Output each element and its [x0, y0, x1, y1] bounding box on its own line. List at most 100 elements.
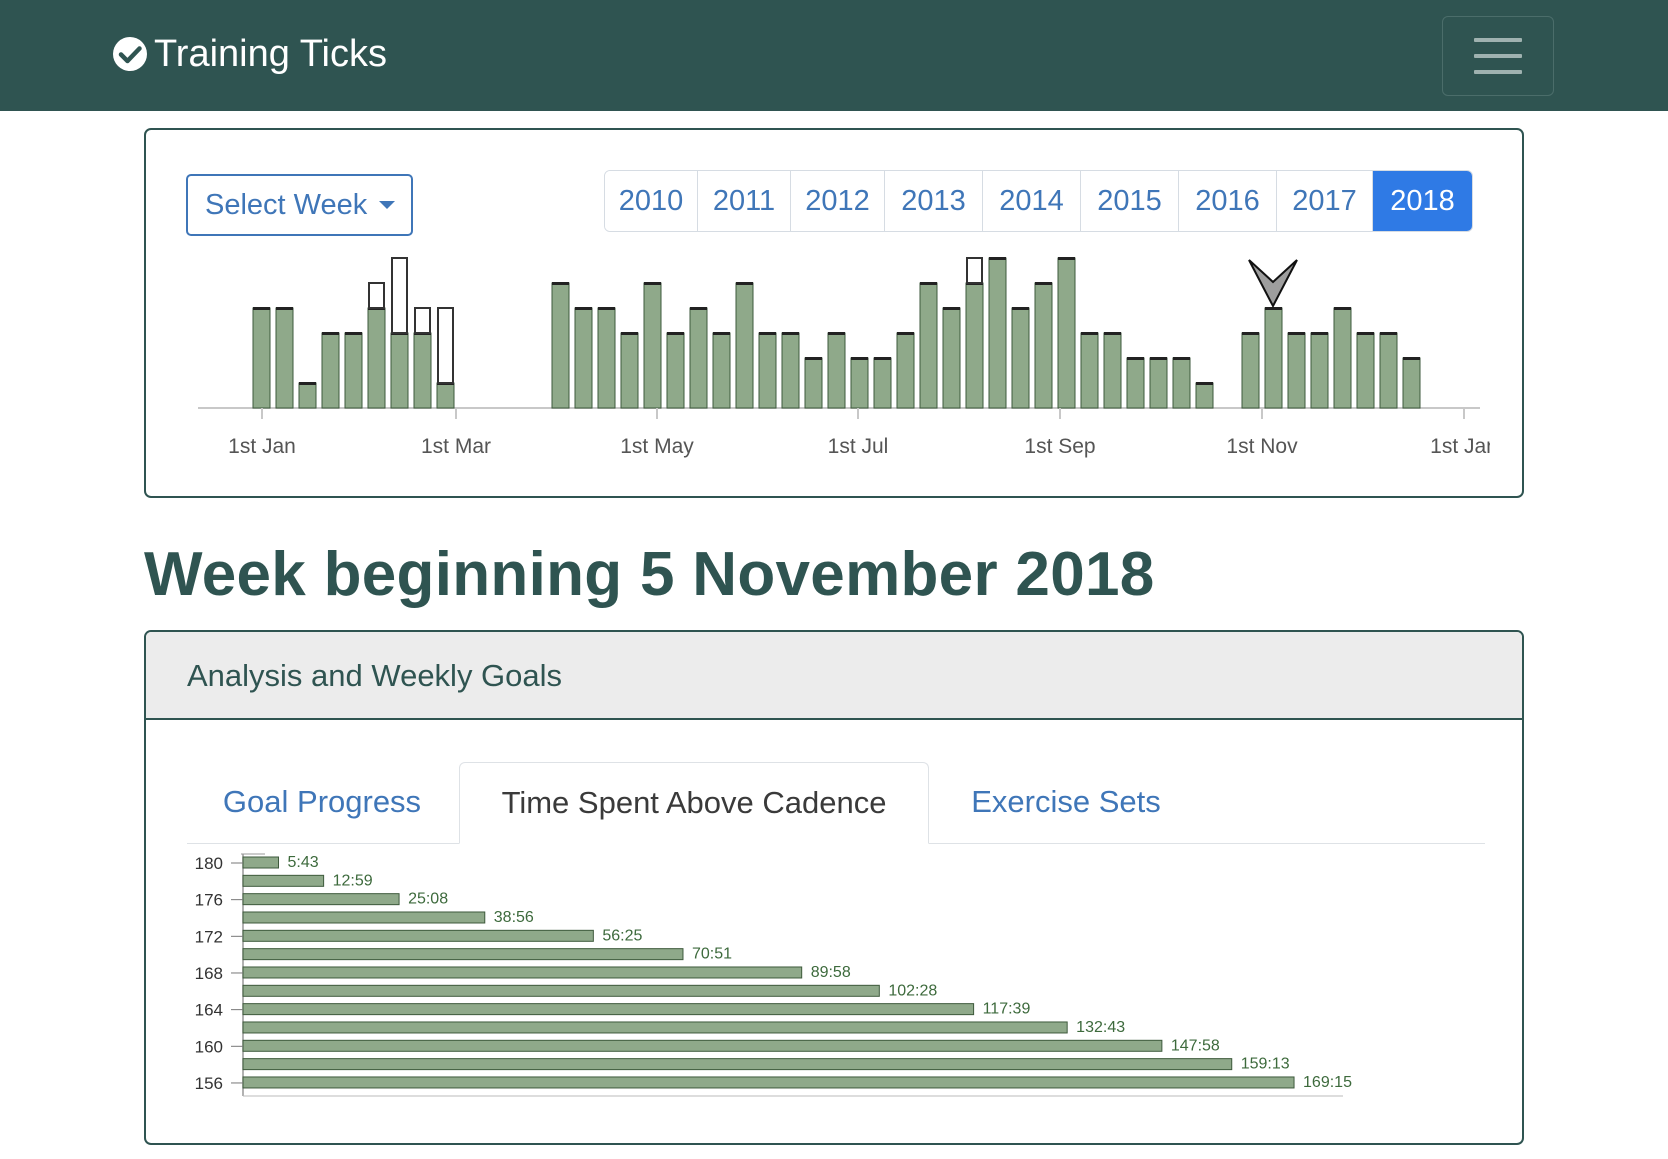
week-bar[interactable]	[827, 332, 846, 409]
week-bar-cap	[920, 282, 937, 285]
menu-toggle-button[interactable]	[1442, 16, 1554, 96]
week-bar-cap	[345, 332, 362, 335]
week-bar[interactable]	[298, 382, 317, 409]
week-bar[interactable]	[344, 332, 363, 409]
select-week-dropdown[interactable]: Select Week	[186, 174, 413, 236]
tab-goal-progress[interactable]: Goal Progress	[187, 762, 457, 844]
year-button-group: 2010 2011 2012 2013 2014 2015 2016 2017 2018	[604, 170, 1473, 232]
week-bar[interactable]	[965, 282, 984, 409]
week-bar-cap	[621, 332, 638, 335]
brand-title: Training Ticks	[154, 33, 387, 75]
year-button-2014[interactable]: 2014	[983, 171, 1081, 231]
week-bar[interactable]	[988, 257, 1007, 409]
year-button-2018[interactable]: 2018	[1373, 171, 1472, 231]
week-bar[interactable]	[1103, 332, 1122, 409]
cadence-bar-label: 102:28	[888, 982, 937, 999]
week-bar[interactable]	[758, 332, 777, 409]
week-bar-cap	[1196, 382, 1213, 385]
week-bar[interactable]	[873, 357, 892, 409]
cadence-bar-label: 56:25	[602, 927, 642, 944]
cadence-bar	[242, 929, 594, 942]
week-bar-cap	[1265, 307, 1282, 310]
week-bar-cap	[1311, 332, 1328, 335]
y-tick-label: 160	[195, 1037, 223, 1056]
week-bar-cap	[598, 307, 615, 310]
week-bar[interactable]	[1057, 257, 1076, 409]
week-bar[interactable]	[597, 307, 616, 409]
week-bar-empty[interactable]	[368, 282, 385, 309]
cadence-bar	[242, 893, 400, 906]
week-bar[interactable]	[1034, 282, 1053, 409]
navbar: Training Ticks	[0, 0, 1668, 111]
week-bar[interactable]	[275, 307, 294, 409]
year-button-2012[interactable]: 2012	[791, 171, 885, 231]
year-button-2017[interactable]: 2017	[1277, 171, 1373, 231]
check-circle-icon	[113, 37, 147, 71]
week-bar[interactable]	[436, 382, 455, 409]
week-bar[interactable]	[1080, 332, 1099, 409]
week-bar[interactable]	[1310, 332, 1329, 409]
cadence-bar	[242, 1039, 1163, 1052]
week-bar[interactable]	[551, 282, 570, 409]
y-tick-label: 168	[195, 964, 223, 983]
week-bar[interactable]	[1011, 307, 1030, 409]
y-tick-label: 164	[195, 1001, 223, 1020]
week-bar[interactable]	[919, 282, 938, 409]
week-bar-cap	[552, 282, 569, 285]
week-bar[interactable]	[574, 307, 593, 409]
week-bar[interactable]	[367, 307, 386, 409]
week-bar-empty[interactable]	[391, 257, 408, 334]
week-bar[interactable]	[1287, 332, 1306, 409]
week-bar[interactable]	[620, 332, 639, 409]
week-bar[interactable]	[942, 307, 961, 409]
week-bar-cap	[874, 357, 891, 360]
week-bar[interactable]	[850, 357, 869, 409]
year-button-2016[interactable]: 2016	[1179, 171, 1277, 231]
week-bar-cap	[253, 307, 270, 310]
tab-time-spent-above-cadence[interactable]: Time Spent Above Cadence	[459, 762, 929, 844]
week-bar[interactable]	[1126, 357, 1145, 409]
week-bar[interactable]	[1402, 357, 1421, 409]
year-button-2010[interactable]: 2010	[605, 171, 698, 231]
week-bar[interactable]	[1241, 332, 1260, 409]
year-button-2015[interactable]: 2015	[1081, 171, 1179, 231]
week-bar-cap	[1334, 307, 1351, 310]
week-bar-cap	[322, 332, 339, 335]
brand-link[interactable]: Training Ticks	[112, 32, 387, 76]
cadence-bar	[242, 1021, 1068, 1034]
week-bar[interactable]	[1264, 307, 1283, 409]
week-bar[interactable]	[712, 332, 731, 409]
y-tick-label: 156	[195, 1074, 223, 1093]
week-bar-empty[interactable]	[437, 307, 454, 384]
week-bar[interactable]	[781, 332, 800, 409]
week-bar-empty[interactable]	[966, 257, 983, 284]
week-bar-empty[interactable]	[414, 307, 431, 334]
week-bar[interactable]	[1356, 332, 1375, 409]
tab-exercise-sets[interactable]: Exercise Sets	[931, 762, 1201, 844]
week-bar[interactable]	[804, 357, 823, 409]
week-bar[interactable]	[1172, 357, 1191, 409]
week-bar[interactable]	[666, 332, 685, 409]
week-bar[interactable]	[413, 332, 432, 409]
week-bar-cap	[1150, 357, 1167, 360]
week-bar[interactable]	[1333, 307, 1352, 409]
year-button-2011[interactable]: 2011	[698, 171, 791, 231]
week-bar-cap	[1012, 307, 1029, 310]
week-bar[interactable]	[643, 282, 662, 409]
week-bar[interactable]	[1149, 357, 1168, 409]
weekly-activity-chart: 1st Jan 1st Mar 1st May 1st Jul 1st Sep 1st N…	[198, 257, 1490, 458]
week-bar-cap	[1127, 357, 1144, 360]
week-bar[interactable]	[1195, 382, 1214, 409]
week-bar[interactable]	[735, 282, 754, 409]
week-bar[interactable]	[390, 332, 409, 409]
week-bar[interactable]	[689, 307, 708, 409]
week-bar[interactable]	[321, 332, 340, 409]
week-bar[interactable]	[896, 332, 915, 409]
year-button-2013[interactable]: 2013	[885, 171, 983, 231]
week-bar-cap	[276, 307, 293, 310]
week-bar[interactable]	[252, 307, 271, 409]
cadence-bar-label: 25:08	[408, 891, 448, 908]
cadence-bar-label: 89:58	[811, 964, 851, 981]
week-bar[interactable]	[1379, 332, 1398, 409]
cadence-bar-label: 147:58	[1171, 1037, 1220, 1054]
